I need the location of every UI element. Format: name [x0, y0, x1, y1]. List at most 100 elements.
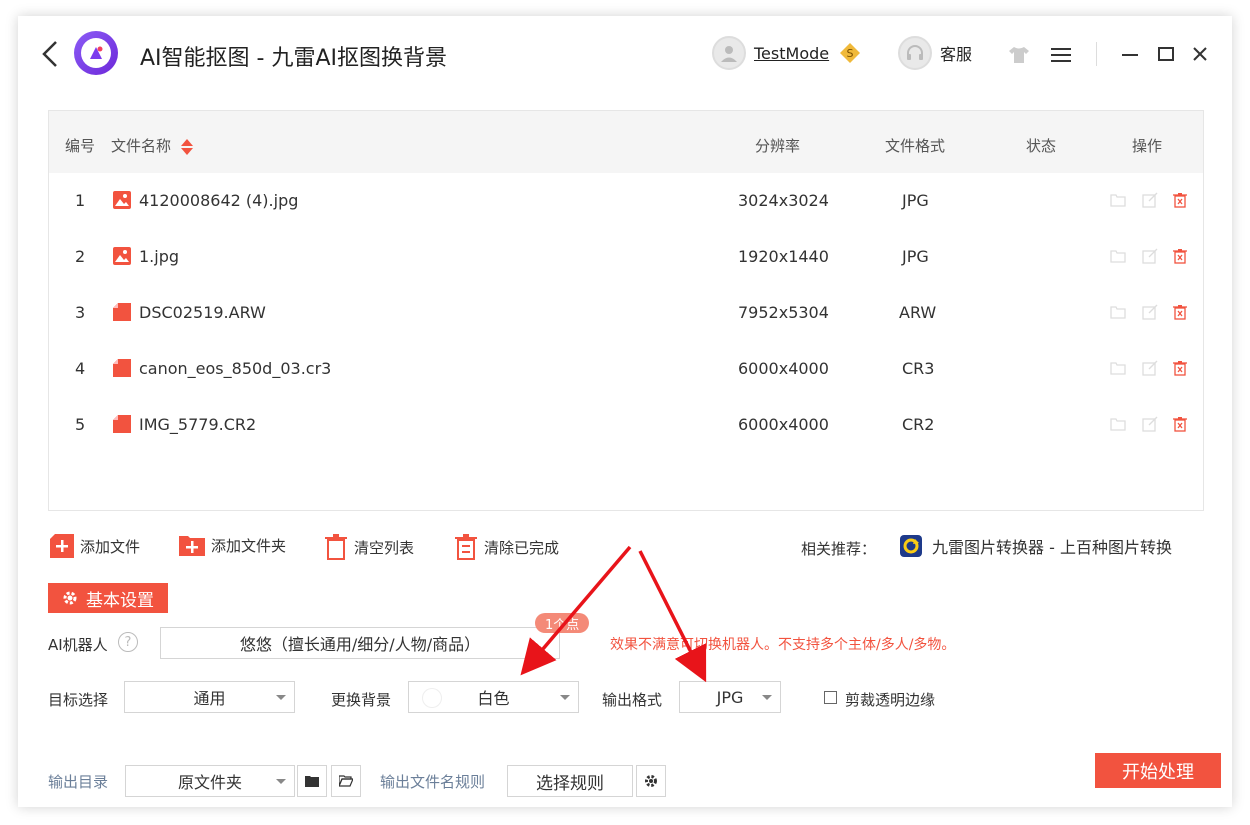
- menu-icon[interactable]: [1050, 46, 1072, 64]
- robot-warning: 效果不满意可切换机器人。不支持多个主体/多人/多物。: [610, 634, 955, 654]
- edit-icon[interactable]: [1142, 192, 1158, 208]
- customer-service-label: 客服: [940, 41, 972, 65]
- edit-icon[interactable]: [1142, 360, 1158, 376]
- row-index: 1: [75, 191, 85, 210]
- target-select[interactable]: 通用: [124, 681, 295, 713]
- row-format: JPG: [902, 247, 929, 266]
- trash-icon: [324, 534, 348, 560]
- header-format: 文件格式: [885, 135, 945, 156]
- background-select[interactable]: 白色: [408, 681, 579, 713]
- table-header: 编号 文件名称 分辨率 文件格式 状态 操作: [49, 111, 1203, 173]
- gear-icon: [644, 774, 658, 788]
- raw-file-icon: [113, 303, 131, 321]
- crop-transparent-label: 剪裁透明边缘: [845, 689, 935, 710]
- clear-list-button[interactable]: 清空列表: [324, 534, 414, 560]
- rule-settings-button[interactable]: [636, 765, 666, 797]
- robot-label: AI机器人: [48, 634, 108, 655]
- svg-text:S: S: [847, 47, 854, 60]
- close-icon[interactable]: [1190, 44, 1210, 64]
- username-link[interactable]: TestMode: [754, 44, 829, 63]
- background-select-value: 白色: [477, 685, 509, 709]
- browse-folder-button[interactable]: [297, 765, 327, 797]
- select-rule-button[interactable]: 选择规则: [507, 765, 633, 797]
- row-index: 4: [75, 359, 85, 378]
- add-folder-label: 添加文件夹: [211, 535, 286, 556]
- chevron-down-icon: [276, 779, 286, 784]
- start-processing-button[interactable]: 开始处理: [1095, 753, 1221, 788]
- help-icon[interactable]: ?: [118, 632, 138, 652]
- row-format: ARW: [899, 303, 936, 322]
- basic-settings-label: 基本设置: [86, 586, 154, 611]
- row-format: CR2: [902, 415, 934, 434]
- row-filename: canon_eos_850d_03.cr3: [139, 359, 331, 378]
- row-resolution: 7952x5304: [738, 303, 829, 322]
- open-folder-icon[interactable]: [1110, 248, 1126, 264]
- header-resolution: 分辨率: [755, 135, 800, 156]
- delete-icon[interactable]: [1172, 248, 1188, 264]
- background-label: 更换背景: [331, 689, 391, 710]
- raw-file-icon: [113, 359, 131, 377]
- delete-icon[interactable]: [1172, 192, 1188, 208]
- crop-transparent-checkbox[interactable]: [824, 691, 837, 704]
- file-table: 编号 文件名称 分辨率 文件格式 状态 操作 1 4120008642 (4).…: [48, 110, 1204, 511]
- customer-service[interactable]: 客服: [898, 36, 972, 70]
- recommend-app-link[interactable]: 九雷图片转换器 - 上百种图片转换: [900, 534, 1172, 558]
- row-index: 3: [75, 303, 85, 322]
- robot-select[interactable]: 悠悠（擅长通用/细分/人物/商品）: [160, 627, 560, 659]
- row-format: CR3: [902, 359, 934, 378]
- output-format-select[interactable]: JPG: [679, 681, 781, 713]
- app-logo: [74, 31, 118, 75]
- row-format: JPG: [902, 191, 929, 210]
- header-filename[interactable]: 文件名称: [111, 135, 194, 156]
- image-file-icon: [113, 191, 131, 209]
- open-output-folder-button[interactable]: [331, 765, 361, 797]
- open-folder-icon[interactable]: [1110, 304, 1126, 320]
- color-swatch: [423, 689, 441, 707]
- header-filename-label: 文件名称: [111, 137, 171, 155]
- add-file-button[interactable]: 添加文件: [50, 534, 140, 558]
- edit-icon[interactable]: [1142, 304, 1158, 320]
- open-folder-icon[interactable]: [1110, 416, 1126, 432]
- edit-icon[interactable]: [1142, 248, 1158, 264]
- table-row[interactable]: 5 IMG_5779.CR2 6000x4000 CR2: [49, 397, 1203, 453]
- recommend-label: 相关推荐：: [801, 538, 876, 559]
- converter-app-icon: [900, 535, 922, 557]
- vip-badge-icon: S: [839, 42, 861, 64]
- chevron-down-icon: [762, 695, 772, 700]
- output-dir-label: 输出目录: [48, 771, 108, 792]
- add-file-icon: [50, 534, 74, 558]
- maximize-icon[interactable]: [1156, 44, 1176, 64]
- delete-icon[interactable]: [1172, 416, 1188, 432]
- open-folder-icon[interactable]: [1110, 360, 1126, 376]
- user-account[interactable]: TestMode S: [712, 36, 861, 70]
- row-index: 2: [75, 247, 85, 266]
- filename-rule-label: 输出文件名规则: [380, 771, 485, 792]
- open-folder-icon[interactable]: [1110, 192, 1126, 208]
- header-status: 状态: [1026, 135, 1056, 156]
- output-dir-value: 原文件夹: [178, 769, 242, 793]
- skin-shirt-icon[interactable]: [1008, 46, 1030, 64]
- table-row[interactable]: 4 canon_eos_850d_03.cr3 6000x4000 CR3: [49, 341, 1203, 397]
- minimize-icon[interactable]: [1120, 44, 1140, 64]
- table-row[interactable]: 1 4120008642 (4).jpg 3024x3024 JPG: [49, 173, 1203, 229]
- add-folder-button[interactable]: 添加文件夹: [179, 534, 286, 556]
- raw-file-icon: [113, 415, 131, 433]
- user-avatar-icon: [712, 36, 746, 70]
- folder-icon: [305, 775, 319, 787]
- table-row[interactable]: 3 DSC02519.ARW 7952x5304 ARW: [49, 285, 1203, 341]
- row-filename: IMG_5779.CR2: [139, 415, 256, 434]
- row-resolution: 1920x1440: [738, 247, 829, 266]
- output-dir-select[interactable]: 原文件夹: [125, 765, 295, 797]
- delete-icon[interactable]: [1172, 304, 1188, 320]
- back-arrow-icon[interactable]: [38, 38, 62, 70]
- delete-icon[interactable]: [1172, 360, 1188, 376]
- sort-icon[interactable]: [180, 138, 194, 156]
- app-title: AI智能抠图 - 九雷AI抠图换背景: [140, 40, 447, 72]
- table-body: 1 4120008642 (4).jpg 3024x3024 JPG 2 1.j…: [49, 173, 1203, 453]
- basic-settings-tab[interactable]: 基本设置: [48, 583, 168, 613]
- table-row[interactable]: 2 1.jpg 1920x1440 JPG: [49, 229, 1203, 285]
- folder-open-icon: [339, 775, 353, 787]
- output-format-value: JPG: [717, 688, 744, 707]
- edit-icon[interactable]: [1142, 416, 1158, 432]
- clear-done-button[interactable]: 清除已完成: [454, 534, 559, 560]
